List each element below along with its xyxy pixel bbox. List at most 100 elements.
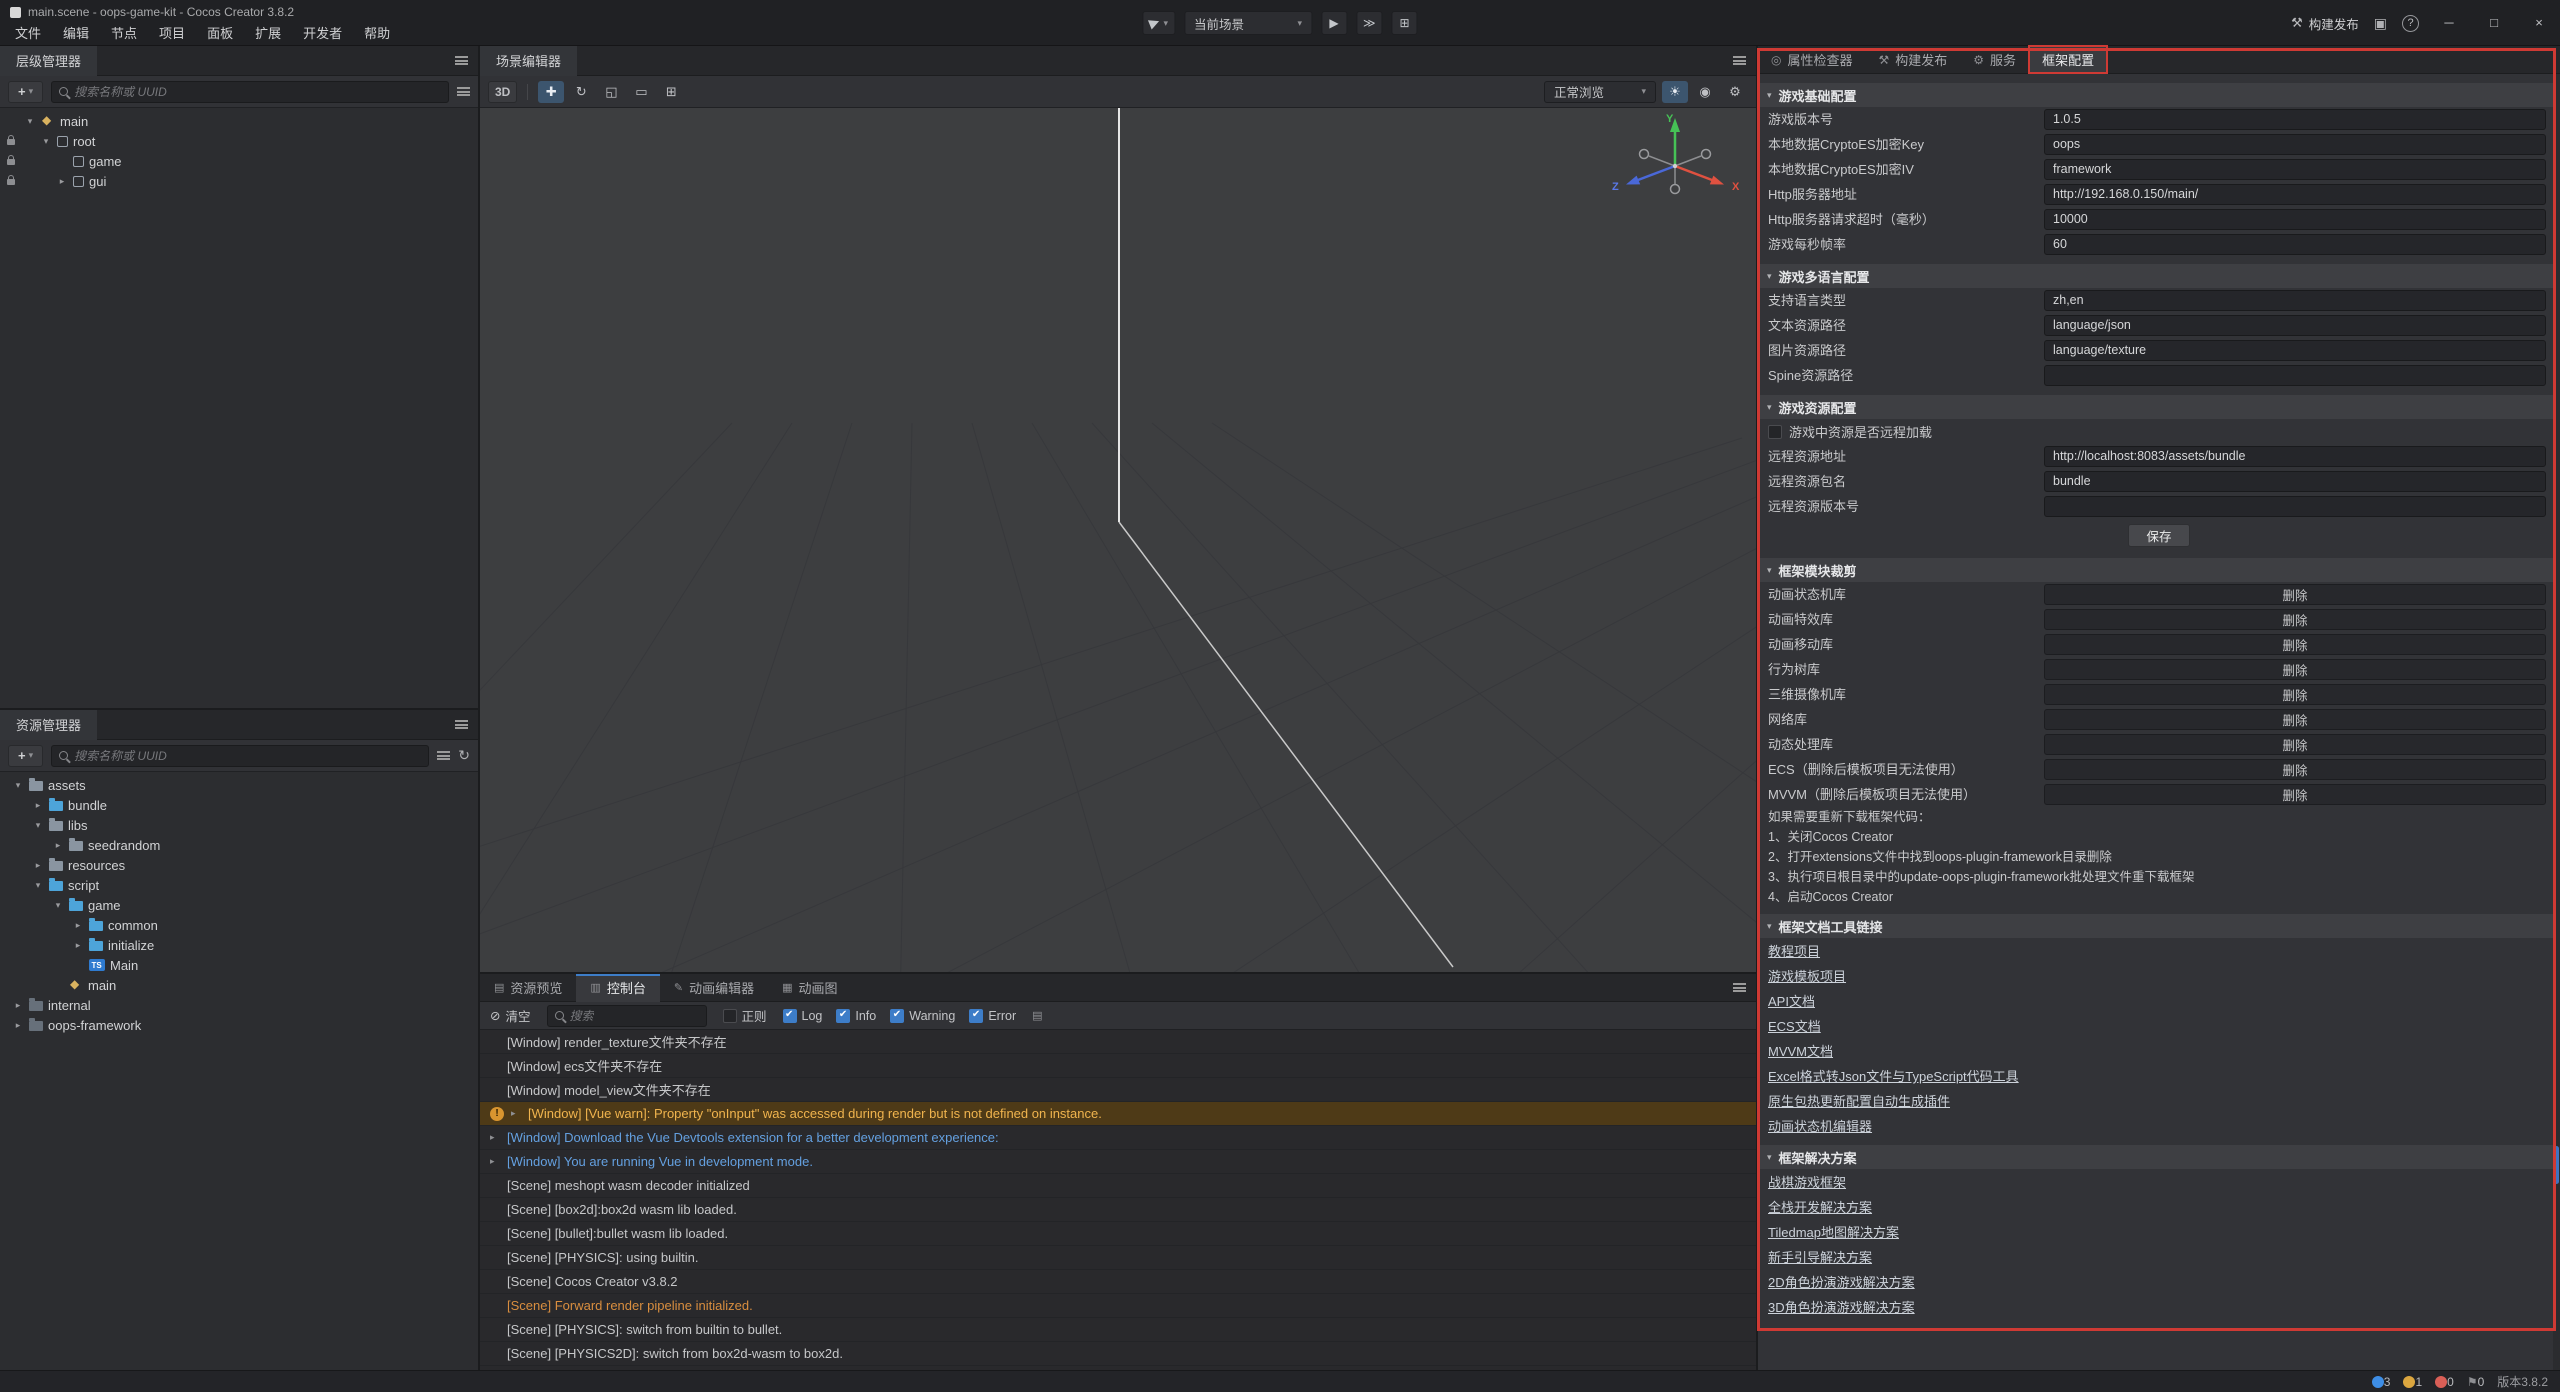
filter-checkbox[interactable] [969, 1009, 983, 1023]
asset-row[interactable]: ▸ internal [0, 995, 478, 1015]
field-input[interactable]: 1.0.5 [2044, 109, 2546, 130]
hierarchy-node-row[interactable]: ▸ gui [0, 171, 478, 191]
log-row[interactable]: [Scene] [box2d]:box2d wasm lib loaded. [480, 1198, 1756, 1222]
doc-link[interactable]: 教程项目 [1768, 941, 1820, 960]
panel-menu-icon[interactable] [1733, 983, 1746, 992]
log-row[interactable]: ▸ [Window] [Vue warn]: Property "onInput… [480, 1102, 1756, 1126]
step-button[interactable]: ≫ [1356, 11, 1383, 35]
log-row[interactable]: [Scene] [bullet]:bullet wasm lib loaded. [480, 1222, 1756, 1246]
save-button[interactable]: 保存 [2128, 524, 2190, 547]
log-row[interactable]: [Scene] [PHYSICS]: using builtin. [480, 1246, 1756, 1270]
asset-row[interactable]: ▸ common [0, 915, 478, 935]
notification-badge[interactable]: ⚑ 0 [2467, 1375, 2484, 1389]
expand-arrow-icon[interactable]: ▸ [12, 1000, 24, 1011]
tab-property-inspector[interactable]: ◎ 属性检查器 [1758, 46, 1866, 73]
asset-row[interactable]: ▸ oops-framework [0, 1015, 478, 1035]
menu-item[interactable]: 文件 [4, 22, 52, 46]
panel-menu-icon[interactable] [1733, 56, 1746, 65]
tab-services[interactable]: ⚙ 服务 [1960, 46, 2029, 73]
transform-tool-button[interactable]: ↻ [568, 81, 594, 103]
asset-row[interactable]: ▸ seedrandom [0, 835, 478, 855]
close-button[interactable]: × [2524, 0, 2554, 46]
log-row[interactable]: [Window] ecs文件夹不存在 [480, 1054, 1756, 1078]
expand-arrow-icon[interactable]: ▸ [490, 1156, 500, 1167]
layout-button[interactable]: ⊞ [1392, 11, 1418, 35]
solution-link[interactable]: 战棋游戏框架 [1768, 1172, 1846, 1191]
delete-module-button[interactable]: 删除 [2044, 584, 2546, 605]
field-input[interactable]: http://192.168.0.150/main/ [2044, 184, 2546, 205]
expand-arrow-icon[interactable]: ▾ [32, 820, 44, 831]
section-header-resources[interactable]: ▾ 游戏资源配置 [1758, 395, 2560, 419]
console-tab[interactable]: ▥ 控制台 [576, 974, 659, 1002]
sort-icon[interactable] [437, 751, 450, 760]
section-header-basic[interactable]: ▾ 游戏基础配置 [1758, 83, 2560, 107]
asset-row[interactable]: ▾ assets [0, 775, 478, 795]
solution-link[interactable]: 2D角色扮演游戏解决方案 [1768, 1272, 1915, 1291]
log-filter[interactable]: Log [783, 1009, 823, 1023]
log-filter[interactable]: Warning [890, 1009, 955, 1023]
assets-search-input[interactable]: 搜索名称或 UUID [51, 745, 429, 767]
delete-module-button[interactable]: 删除 [2044, 734, 2546, 755]
error-count-badge[interactable]: 0 [2435, 1375, 2454, 1389]
section-header-modules[interactable]: ▾ 框架模块裁剪 [1758, 558, 2560, 582]
tab-framework-config[interactable]: 框架配置 [2029, 46, 2107, 73]
filter-checkbox[interactable] [783, 1009, 797, 1023]
hierarchy-search-input[interactable]: 搜索名称或 UUID [51, 81, 449, 103]
log-row[interactable]: [Scene] [PHYSICS2D]: switch from box2d-w… [480, 1342, 1756, 1366]
help-icon[interactable]: ? [2402, 15, 2419, 32]
log-row[interactable]: ▸ [Window] You are running Vue in develo… [480, 1150, 1756, 1174]
asset-row[interactable]: Main [0, 955, 478, 975]
transform-tool-button[interactable]: ▭ [628, 81, 654, 103]
field-input[interactable]: zh,en [2044, 290, 2546, 311]
clear-console-button[interactable]: ⊘ 清空 [490, 1006, 531, 1025]
expand-arrow-icon[interactable]: ▸ [72, 940, 84, 951]
expand-arrow-icon[interactable]: ▾ [12, 780, 24, 791]
section-header-docs[interactable]: ▾ 框架文档工具链接 [1758, 914, 2560, 938]
expand-arrow-icon[interactable]: ▾ [40, 136, 52, 147]
console-search-input[interactable]: 搜索 [547, 1005, 707, 1027]
scene-viewport[interactable]: Y X Z [480, 108, 1756, 972]
field-input[interactable]: language/texture [2044, 340, 2546, 361]
refresh-icon[interactable]: ↻ [458, 747, 470, 764]
view-mode-select[interactable]: 正常浏览 ▾ [1544, 81, 1656, 103]
field-input[interactable]: framework [2044, 159, 2546, 180]
delete-module-button[interactable]: 删除 [2044, 709, 2546, 730]
doc-link[interactable]: 动画状态机编辑器 [1768, 1116, 1872, 1135]
create-node-button[interactable]: + ▾ [8, 81, 43, 103]
asset-row[interactable]: ▸ resources [0, 855, 478, 875]
delete-module-button[interactable]: 删除 [2044, 759, 2546, 780]
menu-item[interactable]: 面板 [196, 22, 244, 46]
maximize-button[interactable]: □ [2479, 0, 2509, 46]
solution-link[interactable]: 全栈开发解决方案 [1768, 1197, 1872, 1216]
assets-panel-tab[interactable]: 资源管理器 [0, 710, 97, 740]
field-input[interactable]: oops [2044, 134, 2546, 155]
transform-tool-button[interactable]: ✚ [538, 81, 564, 103]
package-icon[interactable]: ▣ [2374, 15, 2387, 32]
asset-row[interactable]: ▾ script [0, 875, 478, 895]
menu-item[interactable]: 编辑 [52, 22, 100, 46]
view-option-button[interactable]: ◉ [1692, 81, 1718, 103]
scrollbar-thumb[interactable] [2554, 1146, 2559, 1184]
field-input[interactable]: bundle [2044, 471, 2546, 492]
console-tab[interactable]: ✎ 动画编辑器 [660, 974, 768, 1002]
expand-arrow-icon[interactable]: ▸ [511, 1108, 521, 1119]
expand-arrow-icon[interactable]: ▾ [52, 900, 64, 911]
view-option-button[interactable]: ⚙ [1722, 81, 1748, 103]
expand-arrow-icon[interactable]: ▸ [52, 840, 64, 851]
field-input[interactable] [2044, 365, 2546, 386]
solution-link[interactable]: 新手引导解决方案 [1768, 1247, 1872, 1266]
panel-menu-icon[interactable] [455, 720, 468, 729]
log-row[interactable]: [Scene] [PHYSICS]: switch from builtin t… [480, 1318, 1756, 1342]
log-row[interactable]: [Scene] meshopt wasm decoder initialized [480, 1174, 1756, 1198]
regex-checkbox[interactable] [723, 1009, 737, 1023]
expand-arrow-icon[interactable]: ▸ [32, 860, 44, 871]
doc-link[interactable]: Excel格式转Json文件与TypeScript代码工具 [1768, 1066, 2019, 1085]
toggle-3d-button[interactable]: 3D [488, 81, 517, 103]
asset-row[interactable]: ▾ game [0, 895, 478, 915]
view-gizmo[interactable]: Y X Z [1600, 108, 1750, 228]
filter-icon[interactable] [457, 87, 470, 96]
expand-arrow-icon[interactable]: ▸ [32, 800, 44, 811]
export-log-icon[interactable]: ▤ [1032, 1009, 1042, 1022]
expand-arrow-icon[interactable]: ▾ [32, 880, 44, 891]
warning-count-badge[interactable]: 1 [2403, 1375, 2422, 1389]
